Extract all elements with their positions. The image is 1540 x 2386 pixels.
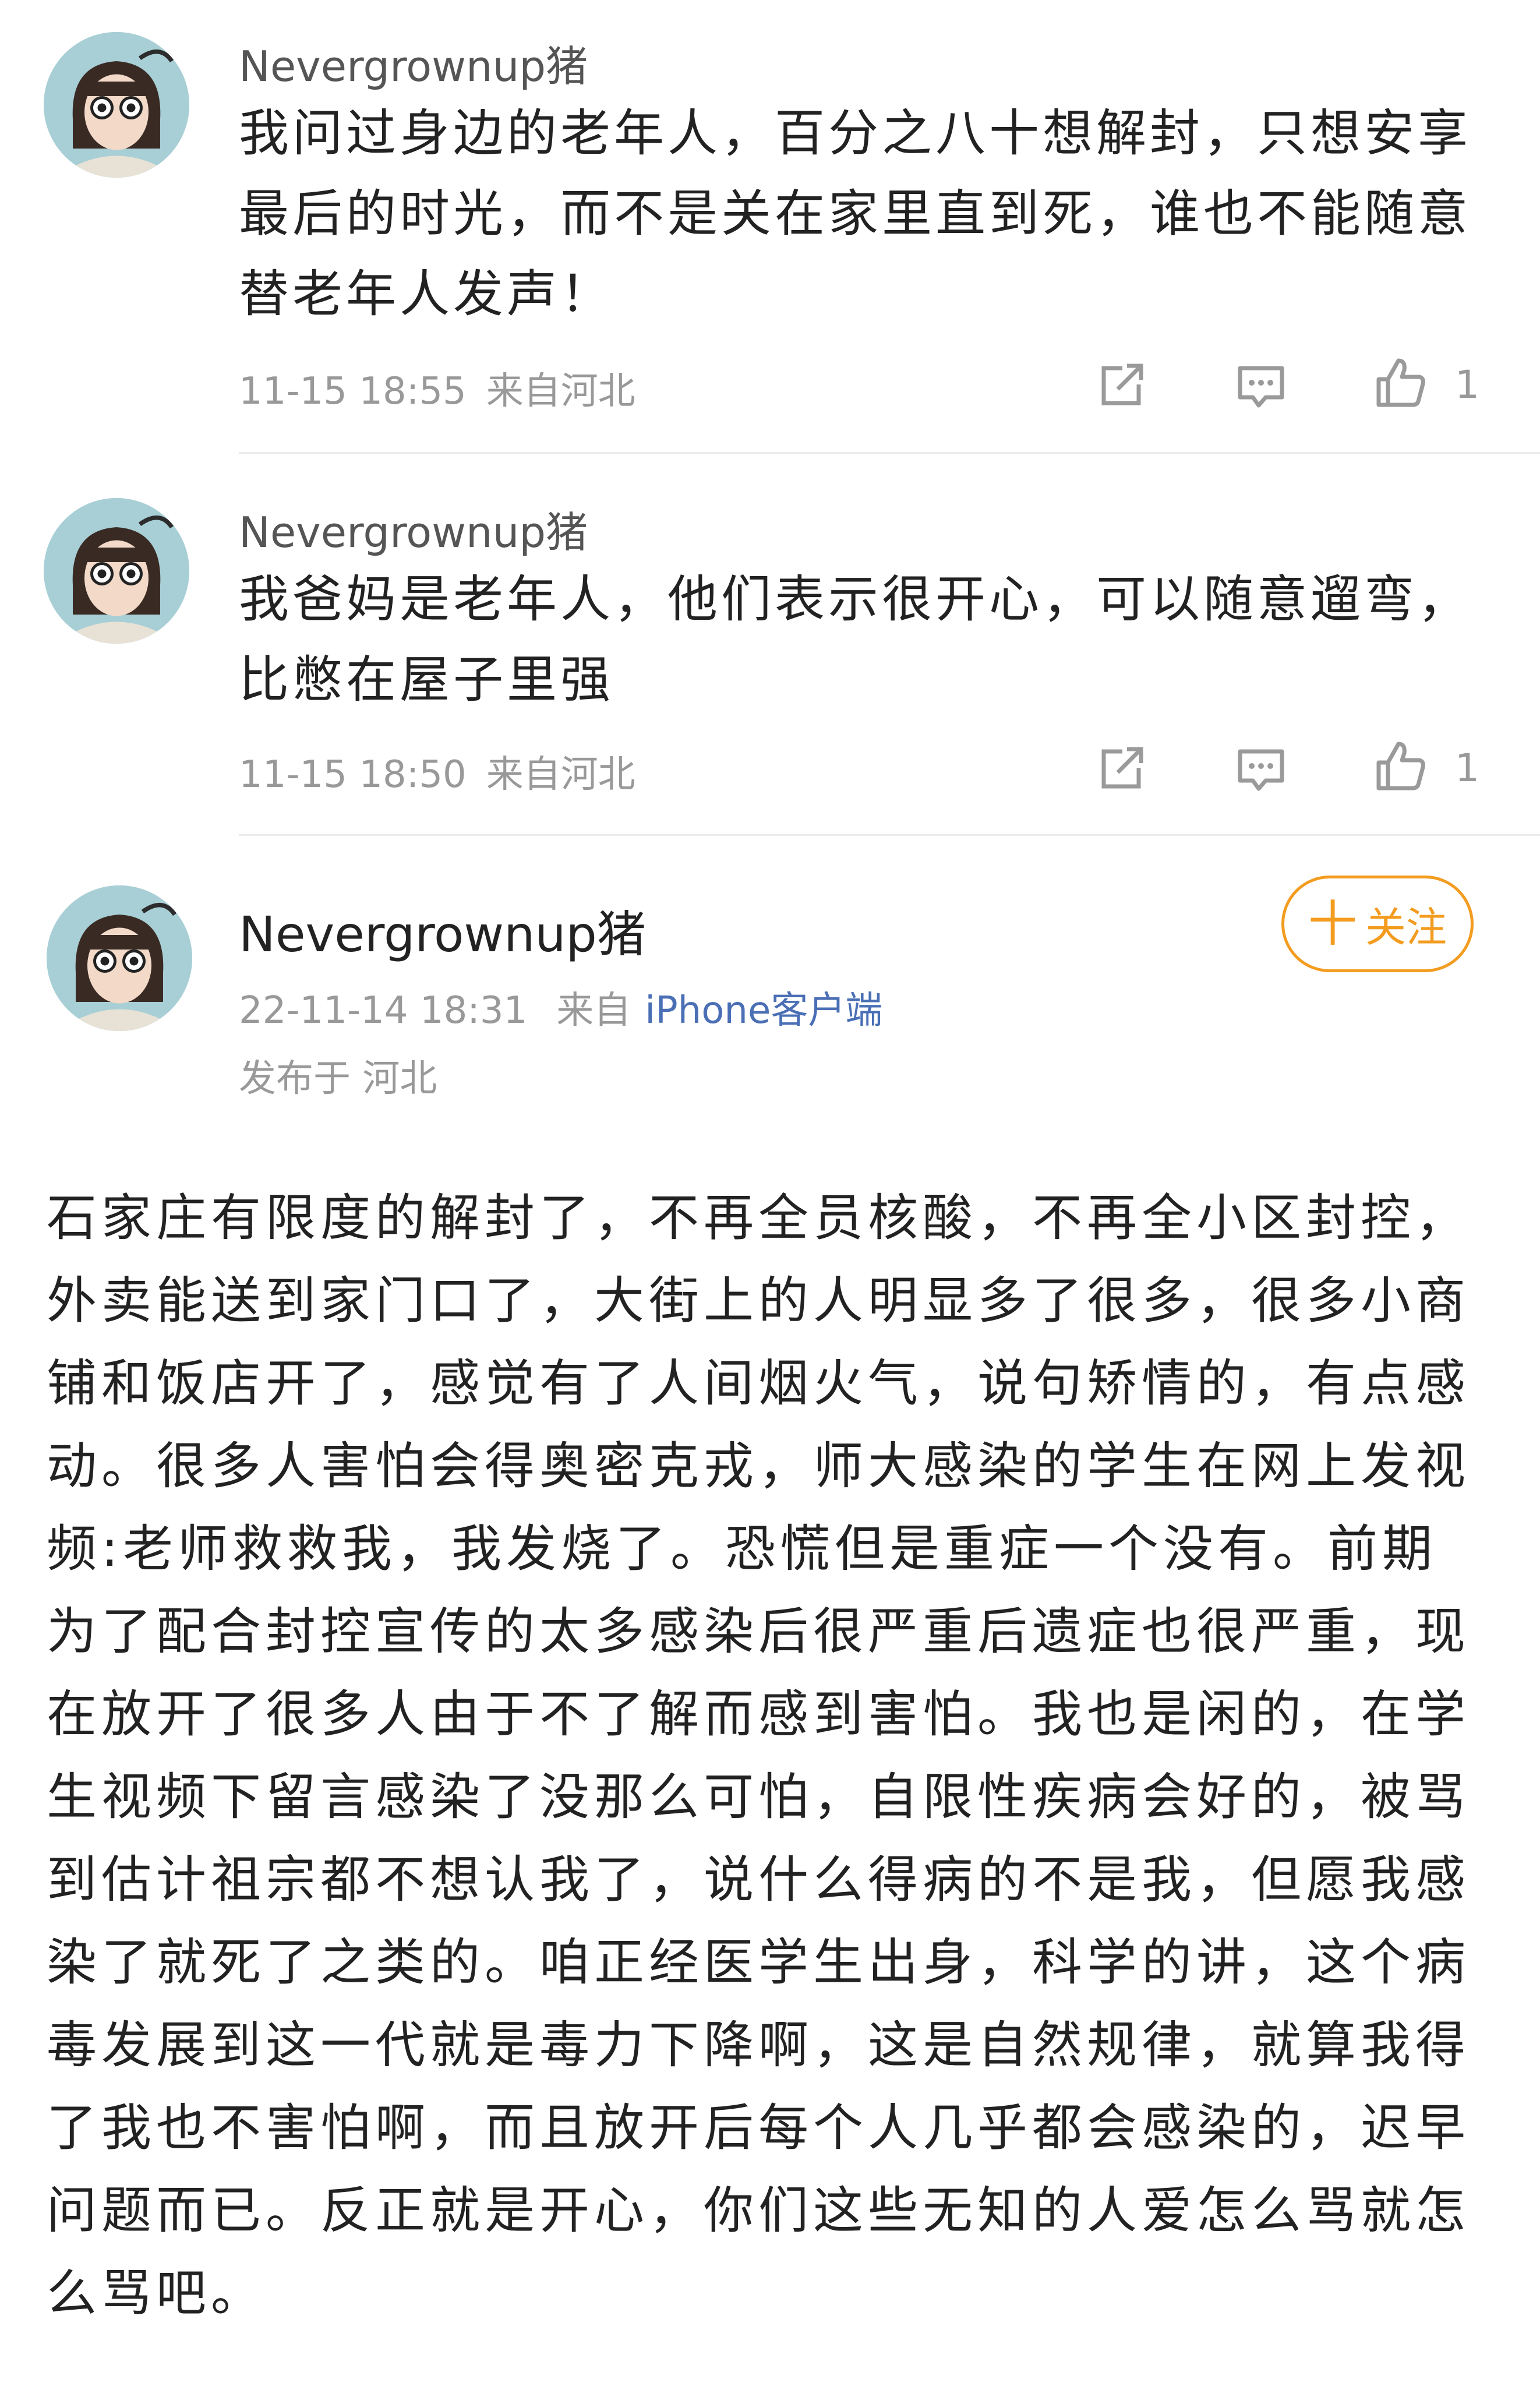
avatar-image bbox=[44, 32, 189, 178]
follow-label: 关注 bbox=[1365, 903, 1447, 951]
plus-icon: 十 bbox=[1308, 895, 1357, 952]
follow-button[interactable]: 十 关注 bbox=[1281, 876, 1474, 972]
thumbs-up-icon[interactable] bbox=[1372, 354, 1430, 412]
like-count: 1 bbox=[1455, 746, 1479, 790]
divider bbox=[239, 834, 1540, 836]
like-count: 1 bbox=[1455, 362, 1479, 407]
post-meta: 22-11-14 18:31 来自 iPhone客户端 bbox=[239, 980, 882, 1034]
comment-meta: 11-15 18:55 来自河北 bbox=[239, 361, 635, 415]
comment-icon[interactable] bbox=[1232, 357, 1290, 415]
avatar-image bbox=[44, 498, 189, 644]
comment-text: 我爸妈是老年人，他们表示很开心，可以随意遛弯，比憋在屋子里强 bbox=[239, 570, 1471, 709]
share-icon[interactable] bbox=[1092, 357, 1150, 415]
comment-location: 来自河北 bbox=[486, 370, 635, 413]
post-source[interactable]: iPhone客户端 bbox=[645, 989, 882, 1032]
avatar[interactable] bbox=[44, 32, 189, 178]
post-body: 石家庄有限度的解封了，不再全员核酸，不再全小区封控，外卖能送到家门口了，大街上的… bbox=[47, 1189, 1470, 2323]
comment-username[interactable]: Nevergrownup猪 bbox=[239, 498, 588, 559]
post-avatar[interactable] bbox=[47, 885, 192, 1031]
divider bbox=[239, 452, 1540, 454]
post-location: 发布于 河北 bbox=[239, 1057, 437, 1100]
thumbs-up-icon[interactable] bbox=[1372, 737, 1430, 795]
avatar[interactable] bbox=[44, 498, 189, 644]
avatar-image bbox=[47, 885, 192, 1031]
comment-item: Nevergrownup猪 我爸妈是老年人，他们表示很开心，可以随意遛弯，比憋在… bbox=[0, 460, 1540, 839]
comment-time: 11-15 18:55 bbox=[239, 370, 467, 413]
comment-location: 来自河北 bbox=[486, 753, 635, 796]
post-source-prefix: 来自 bbox=[556, 989, 631, 1032]
comment-meta: 11-15 18:50 来自河北 bbox=[239, 744, 635, 798]
comment-username[interactable]: Nevergrownup猪 bbox=[239, 32, 588, 93]
comment-item: Nevergrownup猪 我问过身边的老年人，百分之八十想解封，只想安享最后的… bbox=[0, 0, 1540, 460]
post-username[interactable]: Nevergrownup猪 bbox=[239, 895, 646, 966]
comment-icon[interactable] bbox=[1232, 740, 1290, 798]
comment-text: 我问过身边的老年人，百分之八十想解封，只想安享最后的时光，而不是关在家里直到死，… bbox=[239, 104, 1471, 323]
post-time: 22-11-14 18:31 bbox=[239, 989, 528, 1032]
comment-time: 11-15 18:50 bbox=[239, 753, 467, 796]
share-icon[interactable] bbox=[1092, 740, 1150, 798]
